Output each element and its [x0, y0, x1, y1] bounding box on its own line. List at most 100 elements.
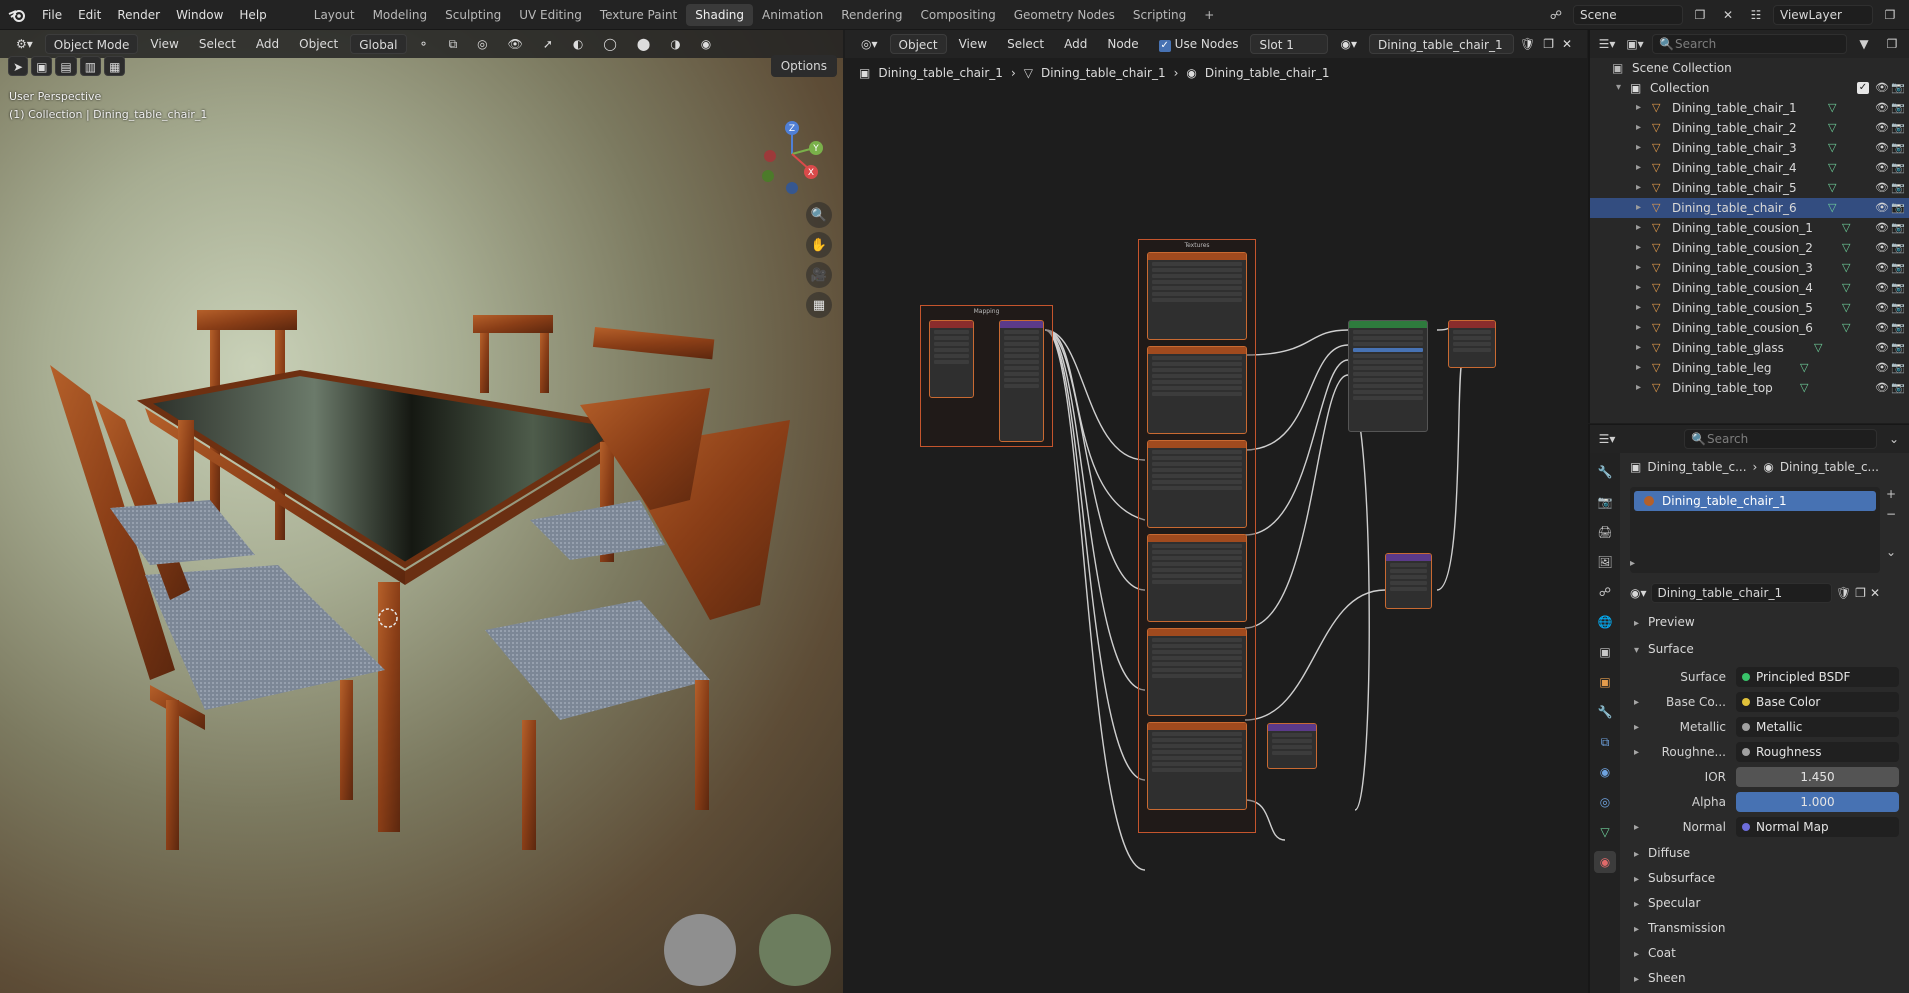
eye-icon[interactable]: 👁	[1875, 98, 1889, 118]
select-box-new-icon[interactable]: ▣	[31, 56, 53, 76]
collapsed-section[interactable]: ▸ Sheen	[1622, 967, 1909, 989]
tree-row-object[interactable]: ▸ ▽ Dining_table_cousion_5 ▽ 👁 📷	[1590, 298, 1909, 318]
node-normal-map[interactable]	[1267, 723, 1317, 769]
chevron-right-icon[interactable]: ▸	[1636, 238, 1641, 258]
workspace-tab-animation[interactable]: Animation	[753, 4, 832, 26]
mesh-data-icon[interactable]: ▽	[1842, 278, 1850, 298]
viewport-menu-select[interactable]: Select	[191, 34, 244, 54]
chevron-right-icon[interactable]: ▸	[1636, 178, 1641, 198]
scene-selector-icon[interactable]: ☍	[1545, 5, 1567, 25]
viewport-menu-object[interactable]: Object	[291, 34, 346, 54]
output-tab-icon[interactable]: 🖨	[1594, 521, 1616, 543]
material-datablock-field[interactable]: Dining_table_chair_1	[1650, 583, 1832, 603]
eye-icon[interactable]: 👁	[1875, 358, 1889, 378]
camera-view-icon[interactable]: 🎥	[806, 262, 832, 288]
eye-icon[interactable]: 👁	[1875, 198, 1889, 218]
surface-property-value[interactable]: Roughness	[1736, 742, 1899, 762]
node-image-texture-roughness[interactable]	[1147, 534, 1247, 622]
tree-row-object[interactable]: ▸ ▽ Dining_table_cousion_6 ▽ 👁 📷	[1590, 318, 1909, 338]
chevron-right-icon[interactable]: ▸	[1636, 158, 1641, 178]
material-slot-item[interactable]: Dining_table_chair_1	[1634, 491, 1876, 511]
tree-row-object[interactable]: ▸ ▽ Dining_table_chair_6 ▽ 👁 📷	[1590, 198, 1909, 218]
node-displacement[interactable]	[1385, 553, 1432, 609]
surface-property-value[interactable]: 1.450	[1736, 767, 1899, 787]
workspace-tab-rendering[interactable]: Rendering	[832, 4, 911, 26]
menu-file[interactable]: File	[34, 8, 70, 22]
mesh-data-icon[interactable]: ▽	[1828, 198, 1836, 218]
collapsed-section[interactable]: ▸ Diffuse	[1622, 842, 1909, 864]
node-image-texture-ao[interactable]	[1147, 252, 1247, 340]
mesh-data-icon[interactable]: ▽	[1828, 158, 1836, 178]
chevron-right-icon[interactable]: ▸	[1636, 98, 1641, 118]
shading-material-icon[interactable]: ◑	[662, 34, 688, 54]
modifier-tab-icon[interactable]: 🔧	[1594, 701, 1616, 723]
chevron-right-icon[interactable]: ▸	[1636, 218, 1641, 238]
select-box-invert-icon[interactable]: ▦	[104, 56, 126, 76]
material-browse-icon[interactable]: ◉▾	[1630, 586, 1647, 600]
workspace-tab-uv-editing[interactable]: UV Editing	[510, 4, 591, 26]
node-texture-coordinate[interactable]	[929, 320, 974, 398]
new-scene-icon[interactable]: ❐	[1689, 5, 1711, 25]
camera-icon[interactable]: 📷	[1891, 98, 1905, 118]
ortho-grid-icon[interactable]: ▦	[806, 292, 832, 318]
material-slot-list[interactable]: Dining_table_chair_1	[1630, 487, 1880, 573]
camera-icon[interactable]: 📷	[1891, 258, 1905, 278]
workspace-tab-sculpting[interactable]: Sculpting	[436, 4, 510, 26]
eye-icon[interactable]: 👁	[1875, 178, 1889, 198]
chevron-right-icon[interactable]: ▸	[1634, 722, 1639, 733]
visibility-icon[interactable]: 👁	[500, 34, 531, 54]
surface-property-value[interactable]: 1.000	[1736, 792, 1899, 812]
snap-icon[interactable]: ⧉	[441, 34, 466, 54]
workspace-tab-layout[interactable]: Layout	[305, 4, 364, 26]
chevron-right-icon[interactable]: ▸	[1636, 338, 1641, 358]
node-frame-textures[interactable]: Textures	[1138, 239, 1256, 833]
select-tool-icon[interactable]: ➤	[8, 56, 29, 76]
collection-chevron-down-icon[interactable]: ▾	[1616, 78, 1621, 98]
unlink-material-icon[interactable]: ✕	[1870, 586, 1880, 600]
select-box-subtract-icon[interactable]: ▥	[79, 56, 102, 76]
filter-icon[interactable]: ▼	[1853, 34, 1875, 54]
camera-icon[interactable]: 📷	[1891, 118, 1905, 138]
surface-property-value[interactable]: Base Color	[1736, 692, 1899, 712]
mesh-data-icon[interactable]: ▽	[1828, 118, 1836, 138]
tree-row-object[interactable]: ▸ ▽ Dining_table_glass ▽ 👁 📷	[1590, 338, 1909, 358]
collapsed-section[interactable]: ▸ Transmission	[1622, 917, 1909, 939]
editor-type-icon[interactable]: ⚙▾	[8, 34, 41, 54]
eye-icon[interactable]: 👁	[1875, 158, 1889, 178]
collapsed-section[interactable]: ▸ Specular	[1622, 892, 1909, 914]
tree-row-object[interactable]: ▸ ▽ Dining_table_chair_4 ▽ 👁 📷	[1590, 158, 1909, 178]
transform-orientation-selector[interactable]: Global	[350, 34, 407, 54]
eye-icon[interactable]: 👁	[1875, 138, 1889, 158]
mesh-data-icon[interactable]: ▽	[1800, 358, 1808, 378]
eye-icon[interactable]: 👁	[1875, 298, 1889, 318]
chevron-right-icon[interactable]: ▸	[1636, 198, 1641, 218]
mesh-data-icon[interactable]: ▽	[1842, 238, 1850, 258]
node-image-texture-displacement[interactable]	[1147, 628, 1247, 716]
node-material-output[interactable]	[1448, 320, 1496, 368]
duplicate-material-icon[interactable]: ❐	[1855, 586, 1866, 600]
view-layer-icon[interactable]: ☷	[1745, 5, 1767, 25]
chevron-right-icon[interactable]: ▸	[1636, 358, 1641, 378]
camera-icon[interactable]: 📷	[1891, 158, 1905, 178]
tree-row-object[interactable]: ▸ ▽ Dining_table_top ▽ 👁 📷	[1590, 378, 1909, 398]
scene-field[interactable]: Scene	[1573, 5, 1683, 25]
tree-row-object[interactable]: ▸ ▽ Dining_table_cousion_1 ▽ 👁 📷	[1590, 218, 1909, 238]
zoom-icon[interactable]: 🔍	[806, 202, 832, 228]
chevron-right-icon[interactable]: ▸	[1636, 118, 1641, 138]
node-mapping[interactable]	[999, 320, 1044, 442]
3d-viewport[interactable]: ⚙▾ Object Mode View Select Add Object Gl…	[0, 30, 843, 993]
menu-help[interactable]: Help	[231, 8, 274, 22]
viewport-menu-add[interactable]: Add	[248, 34, 287, 54]
node-image-texture-metallic[interactable]	[1147, 440, 1247, 528]
shading-rendered-icon[interactable]: ◉	[693, 34, 719, 54]
collection-camera-icon[interactable]: 📷	[1891, 78, 1905, 98]
camera-icon[interactable]: 📷	[1891, 338, 1905, 358]
camera-icon[interactable]: 📷	[1891, 318, 1905, 338]
chevron-right-icon[interactable]: ▸	[1636, 318, 1641, 338]
node-principled-bsdf[interactable]	[1348, 320, 1428, 432]
render-tab-icon[interactable]: 📷	[1594, 491, 1616, 513]
tree-row-object[interactable]: ▸ ▽ Dining_table_cousion_4 ▽ 👁 📷	[1590, 278, 1909, 298]
collection-checkbox[interactable]: ✓	[1857, 82, 1869, 94]
viewport-menu-view[interactable]: View	[142, 34, 186, 54]
menu-render[interactable]: Render	[109, 8, 168, 22]
